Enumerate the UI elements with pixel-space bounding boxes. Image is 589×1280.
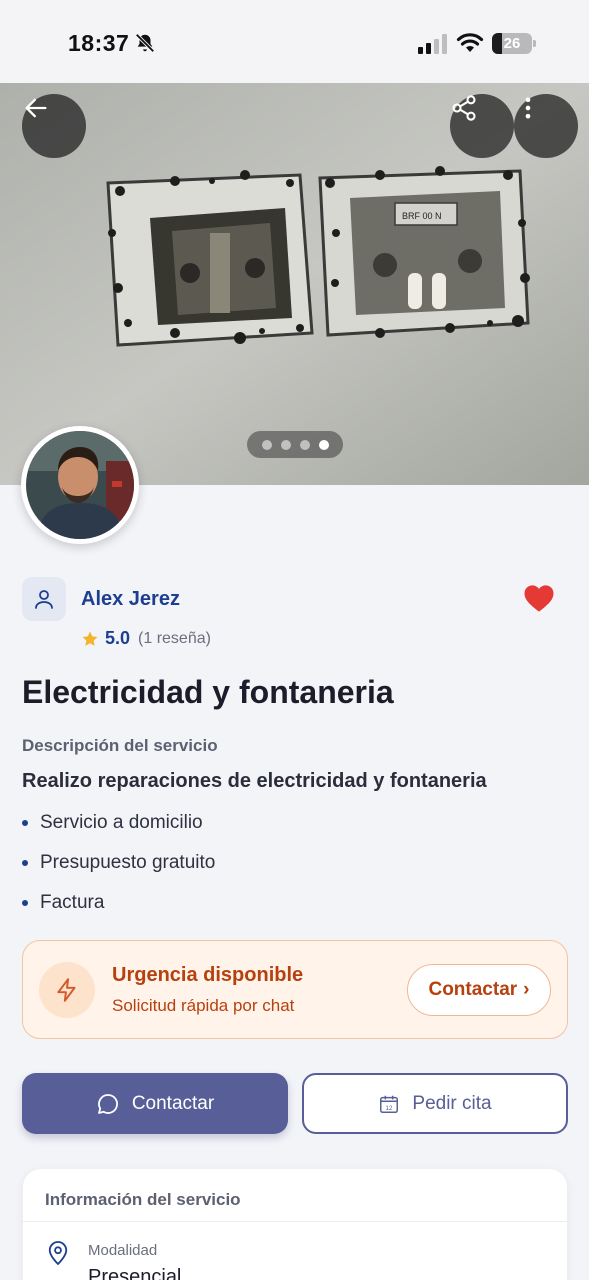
pager-dot-3[interactable] [299, 439, 310, 450]
location-pin-icon [48, 1241, 68, 1266]
heart-icon[interactable] [523, 584, 555, 613]
rating-value: 5.0 [105, 628, 131, 648]
more-vertical-icon [525, 97, 531, 119]
lightning-icon [39, 962, 95, 1018]
appointment-label: Pedir cita [412, 1092, 492, 1114]
avatar-photo [26, 431, 134, 539]
service-info-card: Información del servicio Modalidad Prese… [23, 1169, 567, 1280]
status-time: 18:37 [68, 30, 130, 56]
arrow-left-icon [25, 98, 47, 118]
image-pager[interactable] [247, 431, 343, 458]
description-label: Descripción del servicio [22, 736, 218, 755]
chat-icon [97, 1093, 118, 1114]
battery-level: 26 [503, 35, 521, 52]
pager-dot-1[interactable] [261, 439, 272, 450]
list-item: Presupuesto gratuito [22, 850, 215, 890]
share-icon [452, 95, 476, 121]
calendar-icon: 12 [380, 1095, 399, 1113]
list-item: Servicio a domicilio [22, 810, 215, 850]
pager-dot-4[interactable] [318, 439, 329, 450]
provider-name[interactable]: Alex Jerez [81, 588, 180, 611]
urgency-subtitle: Solicitud rápida por chat [112, 996, 295, 1015]
urgency-contact-label: Contactar [428, 979, 518, 1000]
star-icon [82, 631, 98, 646]
contact-button[interactable]: Contactar [22, 1073, 288, 1134]
svg-text:12: 12 [386, 1104, 394, 1111]
contact-label: Contactar [131, 1092, 215, 1114]
chevron-right-icon: › [523, 979, 530, 1000]
user-icon [35, 590, 53, 609]
info-title: Información del servicio [45, 1190, 241, 1209]
feature-list: Servicio a domicilio Presupuesto gratuit… [22, 810, 215, 930]
service-description: Realizo reparaciones de electricidad y f… [22, 770, 487, 792]
share-button[interactable] [450, 94, 514, 158]
urgency-title: Urgencia disponible [112, 964, 304, 986]
cellular-signal-icon [418, 34, 447, 54]
service-title: Electricidad y fontaneria [22, 674, 394, 710]
modality-label: Modalidad [88, 1242, 158, 1259]
review-count[interactable]: (1 reseña) [138, 630, 211, 648]
provider-profile-button[interactable] [22, 577, 66, 621]
more-options-button[interactable] [514, 94, 578, 158]
svg-text:BRF 00 N: BRF 00 N [402, 211, 442, 221]
divider [23, 1221, 567, 1222]
battery-icon: 26 [492, 33, 536, 54]
back-button[interactable] [22, 94, 86, 158]
modality-value: Presencial [88, 1266, 182, 1280]
pager-dot-2[interactable] [280, 439, 291, 450]
appointment-button[interactable]: 12 Pedir cita [302, 1073, 568, 1134]
urgency-contact-button[interactable]: Contactar › [407, 964, 551, 1016]
provider-avatar[interactable] [21, 426, 139, 544]
rating: 5.0 (1 reseña) [81, 628, 211, 649]
service-photo[interactable]: BRF 00 N [0, 83, 589, 485]
bell-off-icon [135, 33, 155, 53]
list-item: Factura [22, 890, 215, 930]
urgency-banner: Urgencia disponible Solicitud rápida por… [22, 940, 568, 1039]
wifi-icon [456, 33, 484, 52]
status-bar: 18:37 26 [0, 0, 589, 83]
